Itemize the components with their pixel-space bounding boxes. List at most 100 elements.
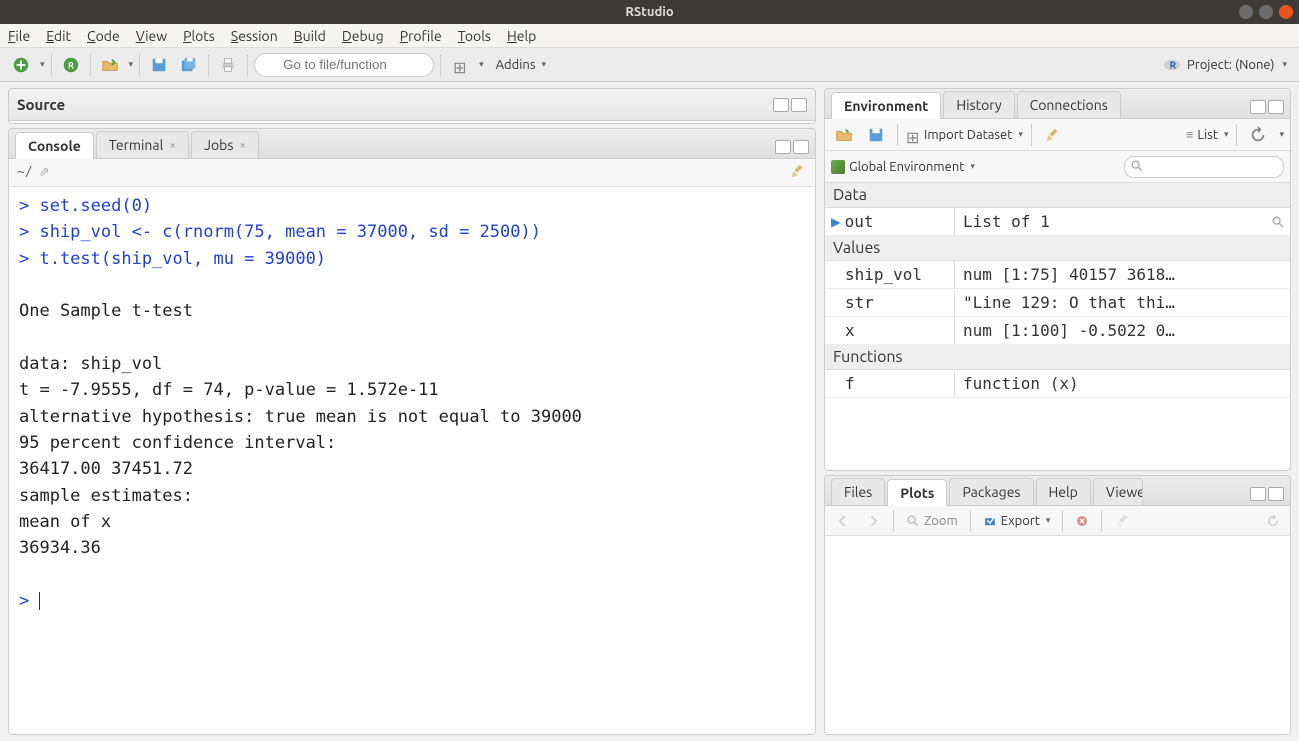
- env-body[interactable]: Data▶outList of 1Valuesship_volnum [1:75…: [825, 183, 1290, 470]
- project-label: Project: (None): [1187, 58, 1274, 72]
- clear-workspace-button[interactable]: [1040, 122, 1066, 148]
- tab-console[interactable]: Console: [15, 132, 94, 159]
- env-row[interactable]: str"Line 129: O that thi…: [825, 289, 1290, 317]
- print-button[interactable]: [215, 52, 241, 78]
- plots-maximize-button[interactable]: [1268, 487, 1284, 501]
- plots-tab-row: Files Plots Packages Help Viewer: [825, 476, 1290, 506]
- console-input-line: > t.test(ship_vol, mu = 39000): [19, 246, 805, 272]
- console-maximize-button[interactable]: [793, 140, 809, 154]
- caret-icon: ▾: [541, 59, 546, 70]
- import-dataset-button[interactable]: Import Dataset ▾: [906, 128, 1023, 142]
- tab-packages[interactable]: Packages: [949, 478, 1033, 505]
- caret-icon[interactable]: ▾: [1279, 129, 1284, 140]
- save-all-button[interactable]: [176, 52, 202, 78]
- plot-prev-button[interactable]: [831, 511, 855, 531]
- console-body[interactable]: > set.seed(0)> ship_vol <- c(rnorm(75, m…: [9, 187, 815, 734]
- tab-files[interactable]: Files: [831, 478, 885, 505]
- plot-next-button[interactable]: [861, 511, 885, 531]
- caret-icon: ▾: [1046, 515, 1051, 526]
- window-maximize-button[interactable]: [1259, 5, 1273, 19]
- env-var-name: x: [845, 321, 855, 340]
- caret-icon[interactable]: ▾: [479, 59, 484, 70]
- plots-pane: Files Plots Packages Help Viewer: [824, 475, 1291, 735]
- tab-connections[interactable]: Connections: [1017, 91, 1121, 118]
- new-file-button[interactable]: [8, 52, 34, 78]
- r-logo-icon: R: [1163, 56, 1181, 74]
- grid-button[interactable]: [447, 52, 473, 78]
- refresh-plots-button[interactable]: [1262, 512, 1284, 530]
- env-row[interactable]: ▶outList of 1: [825, 208, 1290, 236]
- menu-plots[interactable]: Plots: [183, 28, 215, 44]
- tab-viewer[interactable]: Viewer: [1093, 478, 1143, 505]
- source-restore-button[interactable]: [773, 98, 789, 112]
- env-row[interactable]: xnum [1:100] -0.5022 0…: [825, 317, 1290, 345]
- env-toolbar: Import Dataset ▾ ≡ List ▾ ▾: [825, 119, 1290, 151]
- new-project-button[interactable]: R: [58, 52, 84, 78]
- env-minimize-button[interactable]: [1250, 100, 1266, 114]
- tab-help[interactable]: Help: [1036, 478, 1091, 505]
- env-maximize-button[interactable]: [1268, 100, 1284, 114]
- menu-view[interactable]: View: [136, 28, 167, 44]
- close-icon[interactable]: ×: [169, 139, 176, 152]
- source-window-buttons: [773, 98, 807, 112]
- env-var-name: ship_vol: [845, 265, 922, 284]
- caret-icon[interactable]: ▾: [129, 59, 134, 70]
- tab-terminal[interactable]: Terminal×: [96, 131, 189, 158]
- tab-plots[interactable]: Plots: [887, 479, 947, 506]
- console-path: ~/: [17, 165, 33, 180]
- addins-menu[interactable]: Addins ▾: [488, 58, 554, 72]
- inspect-icon[interactable]: [1266, 208, 1290, 235]
- remove-icon: [1075, 514, 1089, 528]
- console-window-buttons: [775, 140, 809, 158]
- plots-minimize-button[interactable]: [1250, 487, 1266, 501]
- export-button[interactable]: Export ▾: [979, 512, 1055, 530]
- menu-help[interactable]: Help: [507, 28, 536, 44]
- console-pane: Console Terminal× Jobs× ~/ ⇗ > set.seed(…: [8, 128, 816, 735]
- window-close-button[interactable]: [1279, 5, 1293, 19]
- open-file-button[interactable]: [97, 52, 123, 78]
- tab-history[interactable]: History: [943, 91, 1014, 118]
- caret-icon[interactable]: ▾: [40, 59, 45, 70]
- menu-file[interactable]: File: [8, 28, 30, 44]
- menu-code[interactable]: Code: [87, 28, 120, 44]
- menu-session[interactable]: Session: [231, 28, 278, 44]
- separator: [51, 54, 52, 76]
- left-panel: Source Console Terminal× Jobs× ~/ ⇗: [0, 82, 820, 741]
- save-workspace-button[interactable]: [863, 122, 889, 148]
- zoom-button[interactable]: Zoom: [902, 512, 962, 530]
- console-minimize-button[interactable]: [775, 140, 791, 154]
- console-popout-icon[interactable]: ⇗: [39, 165, 50, 180]
- env-var-value: "Line 129: O that thi…: [955, 289, 1290, 316]
- env-search-input[interactable]: [1124, 156, 1284, 178]
- remove-plot-button[interactable]: [1071, 512, 1093, 530]
- console-output-line: data: ship_vol: [19, 351, 805, 377]
- tab-environment[interactable]: Environment: [831, 92, 941, 119]
- window-minimize-button[interactable]: [1239, 5, 1253, 19]
- console-output-line: 36417.00 37451.72: [19, 456, 805, 482]
- menu-profile[interactable]: Profile: [400, 28, 442, 44]
- console-output-line: [19, 562, 805, 588]
- close-icon[interactable]: ×: [239, 139, 246, 152]
- source-maximize-button[interactable]: [791, 98, 807, 112]
- env-row[interactable]: ffunction (x): [825, 370, 1290, 398]
- expand-icon[interactable]: ▶: [831, 212, 841, 231]
- tab-jobs[interactable]: Jobs×: [191, 131, 259, 158]
- menu-tools[interactable]: Tools: [458, 28, 491, 44]
- project-menu[interactable]: R Project: (None) ▾: [1163, 56, 1291, 74]
- load-workspace-button[interactable]: [831, 122, 857, 148]
- menu-debug[interactable]: Debug: [342, 28, 384, 44]
- menu-build[interactable]: Build: [294, 28, 326, 44]
- env-row[interactable]: ship_volnum [1:75] 40157 3618…: [825, 261, 1290, 289]
- goto-file-input[interactable]: [254, 53, 434, 77]
- clear-console-button[interactable]: [789, 162, 807, 183]
- separator: [1031, 124, 1032, 146]
- right-panel: Environment History Connections I: [820, 82, 1299, 741]
- refresh-button[interactable]: [1245, 122, 1271, 148]
- save-button[interactable]: [146, 52, 172, 78]
- refresh-icon: [1266, 514, 1280, 528]
- view-mode-button[interactable]: ≡ List ▾: [1186, 127, 1229, 142]
- environment-scope-button[interactable]: Global Environment ▾: [831, 160, 975, 174]
- menu-edit[interactable]: Edit: [46, 28, 71, 44]
- clear-plots-button[interactable]: [1110, 510, 1136, 532]
- zoom-icon: [906, 514, 920, 528]
